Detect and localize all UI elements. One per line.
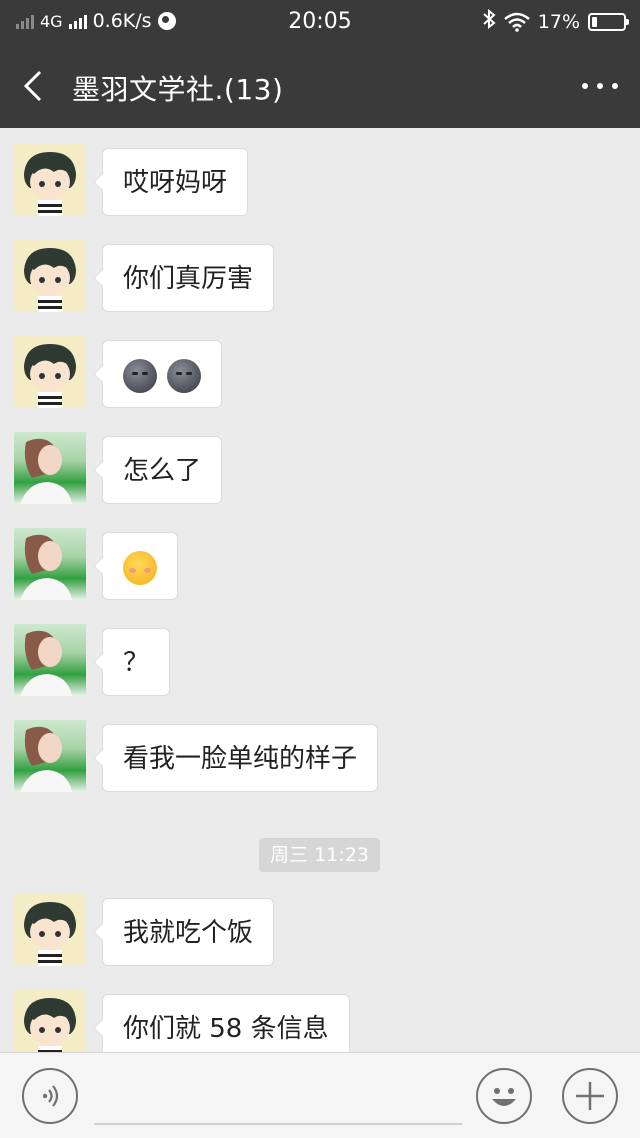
status-right: 17% (482, 8, 629, 34)
back-arrow-icon[interactable] (18, 68, 54, 104)
time-divider: 周三 11:23 (259, 838, 380, 872)
message-bubble[interactable]: 哎呀妈呀 (93, 148, 249, 216)
message-text: 你们就 58 条信息 (123, 1014, 329, 1044)
new-moon-face-icon (123, 358, 157, 393)
message-item: 你们就 58 条信息 (14, 990, 350, 1052)
bluetooth-icon (482, 8, 496, 34)
input-underline (94, 1123, 462, 1125)
message-item: 我就吃个饭 (14, 894, 275, 966)
message-bubble[interactable]: 你们真厉害 (93, 244, 275, 312)
message-input[interactable] (94, 1071, 462, 1121)
message-bubble[interactable] (94, 532, 178, 600)
message-list[interactable]: 哎呀妈呀 你们真厉害 怎么了 ？ 看我一脸单纯的样子 周三 11:23 我就吃个… (0, 128, 640, 1052)
avatar-boy[interactable] (14, 336, 86, 408)
message-item: 怎么了 (14, 432, 223, 504)
new-moon-face-icon (167, 358, 201, 393)
blushing-face-icon (123, 550, 157, 585)
plus-icon[interactable] (562, 1068, 618, 1124)
message-item (14, 528, 178, 600)
battery-fill (592, 16, 597, 27)
avatar-boy[interactable] (14, 990, 86, 1052)
avatar-girl[interactable] (14, 432, 86, 504)
message-text: 哎呀妈呀 (123, 168, 228, 198)
message-item: 看我一脸单纯的样子 (14, 720, 379, 792)
avatar-girl[interactable] (14, 624, 86, 696)
chat-title: 墨羽文学社.(13) (72, 73, 284, 106)
avatar-girl[interactable] (14, 528, 86, 600)
battery-percent: 17% (537, 10, 580, 33)
message-text: 我就吃个饭 (123, 918, 254, 948)
voice-icon[interactable] (22, 1068, 78, 1124)
message-item (14, 336, 222, 408)
message-bubble[interactable]: ？ (93, 628, 171, 696)
avatar-girl[interactable] (14, 720, 86, 792)
message-bubble[interactable]: 你们就 58 条信息 (94, 994, 350, 1052)
avatar-boy[interactable] (14, 894, 86, 966)
emoji-icon[interactable] (476, 1068, 532, 1124)
message-text: 怎么了 (123, 456, 202, 486)
message-item: 你们真厉害 (14, 240, 275, 312)
battery-icon (588, 12, 629, 31)
message-text: 看我一脸单纯的样子 (123, 744, 358, 774)
status-bar: 4G 0.6K/s 20:05 17% (0, 0, 640, 44)
message-text: 你们真厉害 (123, 264, 254, 294)
avatar-boy[interactable] (14, 144, 86, 216)
message-bubble[interactable]: 怎么了 (93, 436, 223, 504)
message-item: 哎呀妈呀 (14, 144, 249, 216)
avatar-boy[interactable] (14, 240, 86, 312)
chat-header: 墨羽文学社.(13) (0, 44, 640, 128)
more-dots-icon[interactable] (582, 74, 618, 98)
message-item: ？ (14, 624, 171, 696)
message-bubble[interactable]: 看我一脸单纯的样子 (93, 724, 379, 792)
message-text: ？ (123, 648, 150, 678)
wifi-icon (503, 12, 530, 32)
message-bubble[interactable] (94, 340, 222, 408)
message-bubble[interactable]: 我就吃个饭 (93, 898, 275, 966)
input-bar (0, 1052, 640, 1138)
